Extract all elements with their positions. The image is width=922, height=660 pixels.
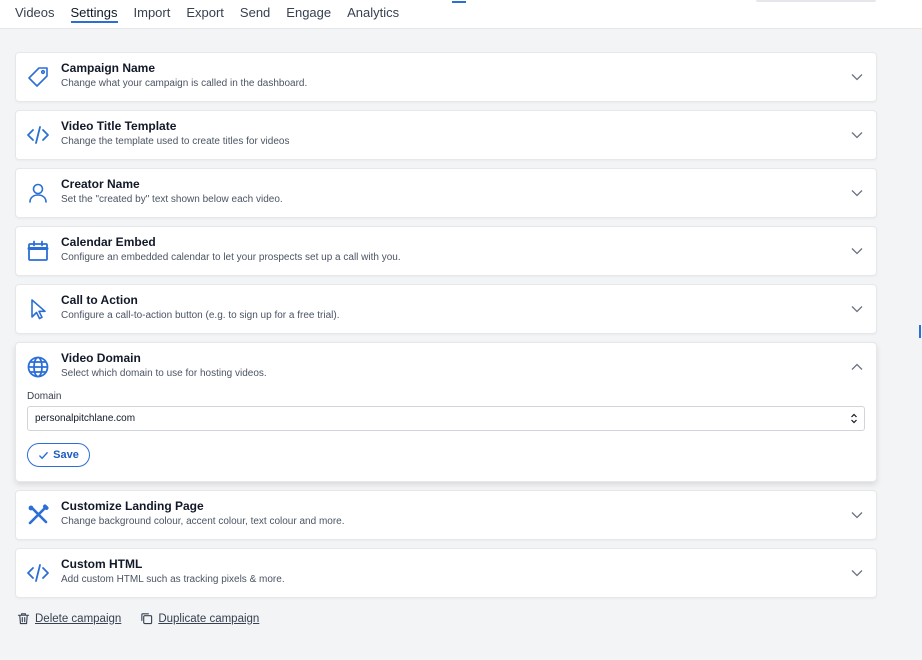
domain-form: Domain personalpitchlane.com Save xyxy=(16,391,876,481)
tab-send[interactable]: Send xyxy=(240,0,270,23)
setting-subtitle: Select which domain to use for hosting v… xyxy=(61,367,267,379)
domain-label: Domain xyxy=(27,391,62,402)
setting-header[interactable]: Video Title Template Change the template… xyxy=(16,111,876,159)
campaign-actions: Delete campaign Duplicate campaign xyxy=(17,612,278,625)
setting-header[interactable]: Customize Landing Page Change background… xyxy=(16,491,876,539)
save-button[interactable]: Save xyxy=(27,443,90,467)
chevron-down-icon[interactable] xyxy=(850,244,864,258)
tab-export[interactable]: Export xyxy=(186,0,224,23)
check-icon xyxy=(39,451,48,459)
code-icon xyxy=(26,123,50,147)
settings-list: Campaign Name Change what your campaign … xyxy=(15,52,877,606)
setting-title: Video Title Template xyxy=(61,118,177,133)
select-arrows-icon xyxy=(851,413,857,424)
setting-title: Customize Landing Page xyxy=(61,498,204,513)
setting-title: Creator Name xyxy=(61,176,140,191)
setting-title: Call to Action xyxy=(61,292,138,307)
duplicate-campaign-link[interactable]: Duplicate campaign xyxy=(140,612,259,625)
user-icon xyxy=(26,181,50,205)
tools-icon xyxy=(26,503,50,527)
setting-calendar-embed: Calendar Embed Configure an embedded cal… xyxy=(15,226,877,276)
tab-videos[interactable]: Videos xyxy=(15,0,55,23)
setting-subtitle: Change what your campaign is called in t… xyxy=(61,77,308,89)
chevron-down-icon[interactable] xyxy=(850,186,864,200)
setting-title: Custom HTML xyxy=(61,556,143,571)
save-label: Save xyxy=(53,449,79,461)
setting-subtitle: Set the "created by" text shown below ea… xyxy=(61,193,283,205)
chevron-down-icon[interactable] xyxy=(850,302,864,316)
chevron-down-icon[interactable] xyxy=(850,70,864,84)
chevron-up-icon[interactable] xyxy=(850,360,864,374)
chevron-down-icon[interactable] xyxy=(850,128,864,142)
setting-header[interactable]: Creator Name Set the "created by" text s… xyxy=(16,169,876,217)
globe-icon xyxy=(26,355,50,379)
cursor-icon xyxy=(26,297,50,321)
delete-campaign-link[interactable]: Delete campaign xyxy=(17,612,121,625)
setting-creator-name: Creator Name Set the "created by" text s… xyxy=(15,168,877,218)
domain-select[interactable]: personalpitchlane.com xyxy=(27,406,865,431)
setting-header[interactable]: Video Domain Select which domain to use … xyxy=(16,343,876,391)
setting-subtitle: Configure a call-to-action button (e.g. … xyxy=(61,309,340,321)
tab-analytics[interactable]: Analytics xyxy=(347,0,399,23)
tag-icon xyxy=(26,65,50,89)
chevron-down-icon[interactable] xyxy=(850,566,864,580)
setting-customize-landing-page: Customize Landing Page Change background… xyxy=(15,490,877,540)
setting-call-to-action: Call to Action Configure a call-to-actio… xyxy=(15,284,877,334)
tab-import[interactable]: Import xyxy=(134,0,171,23)
setting-subtitle: Configure an embedded calendar to let yo… xyxy=(61,251,401,263)
setting-header[interactable]: Call to Action Configure a call-to-actio… xyxy=(16,285,876,333)
calendar-icon xyxy=(26,239,50,263)
setting-subtitle: Change the template used to create title… xyxy=(61,135,290,147)
delete-campaign-label: Delete campaign xyxy=(35,612,122,625)
code-icon xyxy=(26,561,50,585)
setting-subtitle: Add custom HTML such as tracking pixels … xyxy=(61,573,285,585)
setting-header[interactable]: Custom HTML Add custom HTML such as trac… xyxy=(16,549,876,597)
tab-engage[interactable]: Engage xyxy=(286,0,331,23)
setting-header[interactable]: Calendar Embed Configure an embedded cal… xyxy=(16,227,876,275)
chevron-down-icon[interactable] xyxy=(850,508,864,522)
setting-subtitle: Change background colour, accent colour,… xyxy=(61,515,345,527)
copy-icon xyxy=(141,613,153,625)
top-scroll-edge xyxy=(756,0,876,2)
setting-title: Video Domain xyxy=(61,350,141,365)
setting-video-title-template: Video Title Template Change the template… xyxy=(15,110,877,160)
setting-header[interactable]: Campaign Name Change what your campaign … xyxy=(16,53,876,101)
duplicate-campaign-label: Duplicate campaign xyxy=(158,612,260,625)
setting-custom-html: Custom HTML Add custom HTML such as trac… xyxy=(15,548,877,598)
tab-settings[interactable]: Settings xyxy=(70,0,118,23)
setting-campaign-name: Campaign Name Change what your campaign … xyxy=(15,52,877,102)
setting-video-domain: Video Domain Select which domain to use … xyxy=(15,342,877,482)
side-indicator xyxy=(919,325,921,338)
domain-select-value: personalpitchlane.com xyxy=(35,413,136,424)
setting-title: Campaign Name xyxy=(61,60,156,75)
top-nav: Videos Settings Import Export Send Engag… xyxy=(0,0,922,29)
trash-icon xyxy=(17,613,30,625)
setting-title: Calendar Embed xyxy=(61,234,156,249)
top-indicator xyxy=(452,0,466,3)
